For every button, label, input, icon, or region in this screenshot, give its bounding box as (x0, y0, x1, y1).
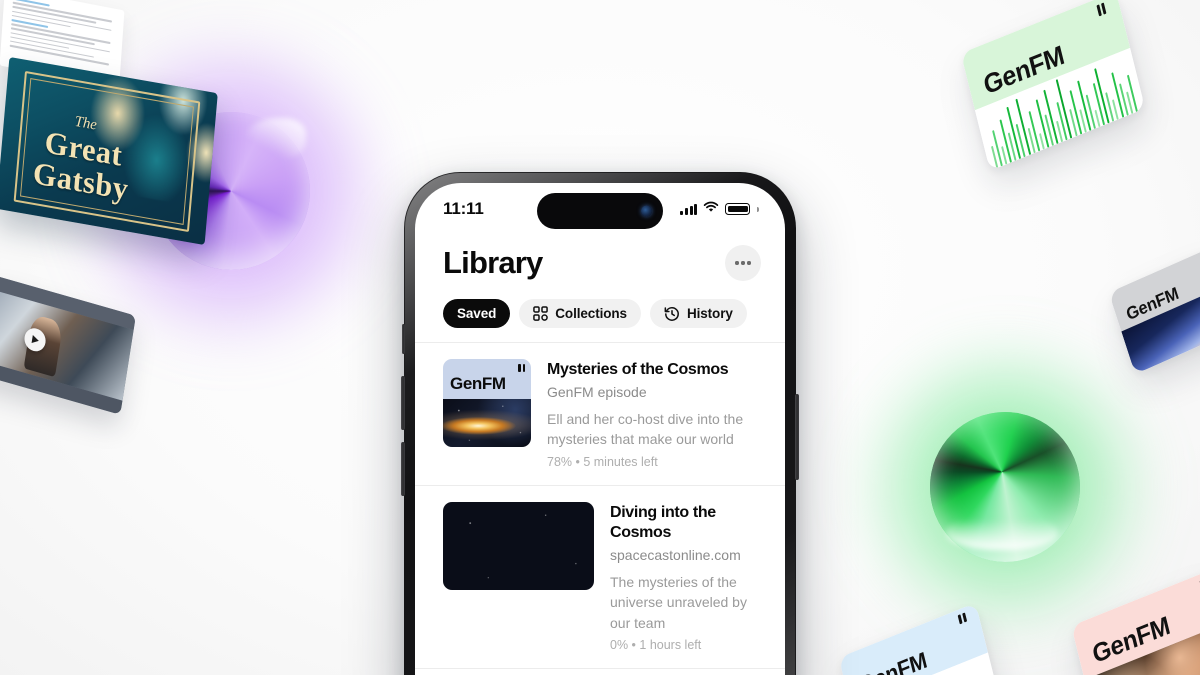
tab-collections[interactable]: Collections (519, 299, 641, 328)
battery-full-icon (725, 203, 751, 215)
tab-history-label: History (686, 306, 733, 321)
tab-saved[interactable]: Saved (443, 299, 511, 328)
document-line (12, 1, 112, 23)
green-orb-sheen (946, 514, 1058, 550)
list-item-meta: Mysteries of the Cosmos GenFM episode El… (547, 359, 761, 469)
volume-up-button[interactable] (401, 376, 405, 430)
wifi-icon (703, 200, 719, 218)
galaxy-image (443, 398, 531, 447)
genfm-thumb-label: GenFM (450, 373, 506, 393)
power-button[interactable] (795, 394, 799, 480)
clock-rewind-icon (664, 306, 680, 322)
library-list: GenFM Mysteries of the Cosmos GenFM epis… (415, 342, 785, 675)
list-item-meta: Diving into the Cosmos spacecastonline.c… (610, 502, 761, 652)
document-line (9, 40, 94, 59)
list-item-progress: 0% • 1 hours left (610, 637, 702, 652)
list-item-title: Diving into the Cosmos (610, 503, 716, 541)
list-item-title: Mysteries of the Cosmos (547, 361, 729, 378)
book-cover-title: The Great Gatsby (32, 108, 134, 207)
grid-icon (533, 306, 549, 321)
tab-collections-label: Collections (555, 306, 627, 321)
list-item-subtitle: GenFM episode (547, 384, 647, 400)
library-header: Library (415, 235, 785, 281)
genfm-card-green: GenFM (960, 0, 1146, 171)
list-item-subtitle: spacecastonline.com (610, 546, 741, 563)
ellipsis-icon (747, 261, 751, 265)
list-item-thumbnail: GenFM (443, 359, 531, 447)
list-item[interactable]: Mediations Marcus Aurelius (415, 667, 785, 675)
list-item[interactable]: Diving into the Cosmos spacecastonline.c… (415, 484, 785, 668)
green-orb (861, 343, 1149, 631)
page-title: Library (443, 245, 543, 280)
phone-device: 11:11 Library Saved Collections History … (401, 172, 799, 675)
front-camera-icon (641, 205, 652, 217)
genfm-thumb-header: GenFM (443, 359, 531, 399)
genfm-card-grey: GenFM (1108, 245, 1200, 375)
ellipsis-icon (735, 261, 739, 265)
cellular-bars-icon (680, 203, 698, 215)
list-item-thumbnail (443, 501, 594, 590)
genfm-card-blue-label: GenFM (856, 646, 930, 675)
status-bar: 11:11 (415, 183, 785, 235)
volume-down-button[interactable] (401, 442, 405, 496)
status-time: 11:11 (443, 199, 484, 218)
more-options-button[interactable] (725, 245, 761, 281)
list-item-description: The mysteries of the universe unraveled … (610, 573, 747, 631)
genfm-card-blue: GenFM (838, 602, 1002, 675)
list-item-progress: 78% • 5 minutes left (547, 454, 658, 469)
video-player-card (0, 275, 136, 415)
ellipsis-icon (741, 261, 745, 265)
library-tabs: Saved Collections History (415, 281, 785, 328)
pause-icon (1096, 2, 1107, 17)
tab-history[interactable]: History (649, 299, 747, 328)
dynamic-island (537, 193, 663, 229)
list-item[interactable]: GenFM Mysteries of the Cosmos GenFM epis… (415, 342, 785, 485)
pause-icon (957, 613, 967, 626)
status-icons (680, 200, 759, 218)
battery-tip-icon (757, 206, 759, 212)
phone-screen: 11:11 Library Saved Collections History … (415, 183, 785, 675)
pause-icon (518, 364, 525, 372)
list-item-description: Ell and her co-host dive into the myster… (547, 411, 744, 448)
purple-orb-sheen (244, 118, 306, 160)
scene-background: GenFM GenFM GenFM GenFM The Great Gatsby… (0, 0, 1200, 675)
mute-switch[interactable] (402, 324, 405, 354)
tab-saved-label: Saved (457, 306, 497, 321)
